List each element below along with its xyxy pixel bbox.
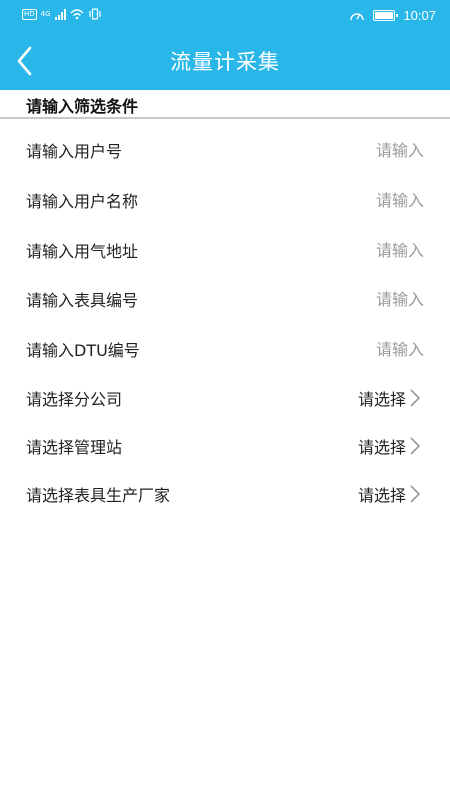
gas-address-input[interactable] [294,240,424,260]
chevron-right-icon [410,437,421,455]
meter-number-row[interactable]: 请输入表具编号 [0,275,450,323]
user-name-label: 请输入用户名称 [26,192,139,211]
meter-number-label: 请输入表具编号 [26,291,139,310]
dtu-number-row[interactable]: 请输入DTU编号 [0,325,450,373]
battery-icon [373,10,399,21]
dtu-number-label: 请输入DTU编号 [26,341,140,360]
vibrate-icon [89,8,101,20]
network-type: 4G [40,9,51,18]
meter-number-input[interactable] [294,289,424,309]
hd-badge: HD [22,8,37,20]
status-time: 10:07 [403,8,436,23]
nav-bar: 流量计采集 [0,32,450,90]
user-number-input[interactable] [294,140,424,160]
branch-company-value: 请选择 [357,390,406,409]
branch-company-select[interactable]: 请选择 [358,386,422,410]
user-number-label: 请输入用户号 [26,142,123,161]
dtu-number-input[interactable] [294,339,424,359]
status-bar: HD 4G 10:07 [0,0,450,32]
management-station-select[interactable]: 请选择 [358,434,422,458]
meter-manufacturer-row[interactable]: 请选择表具生产厂家 请选择 [0,470,450,518]
chevron-right-icon [410,485,421,503]
user-name-input[interactable] [294,190,424,210]
branch-company-row[interactable]: 请选择分公司 请选择 [0,374,450,422]
wifi-icon [70,9,84,20]
management-station-row[interactable]: 请选择管理站 请选择 [0,422,450,470]
app-header: HD 4G 10:07 流量计采集 [0,0,450,90]
meter-manufacturer-label: 请选择表具生产厂家 [26,486,171,505]
gas-address-row[interactable]: 请输入用气地址 [0,226,450,274]
management-station-value: 请选择 [357,438,406,457]
user-name-row[interactable]: 请输入用户名称 [0,176,450,224]
filter-section-title: 请输入筛选条件 [26,97,139,116]
meter-manufacturer-select[interactable]: 请选择 [358,482,422,506]
chevron-right-icon [410,389,421,407]
section-divider [0,117,450,119]
gas-address-label: 请输入用气地址 [26,242,139,261]
user-number-row[interactable]: 请输入用户号 [0,126,450,174]
branch-company-label: 请选择分公司 [26,390,123,409]
speed-icon [350,13,365,21]
page-title: 流量计采集 [170,50,280,74]
management-station-label: 请选择管理站 [26,438,123,457]
meter-manufacturer-value: 请选择 [357,486,406,505]
signal-icon [54,8,66,20]
